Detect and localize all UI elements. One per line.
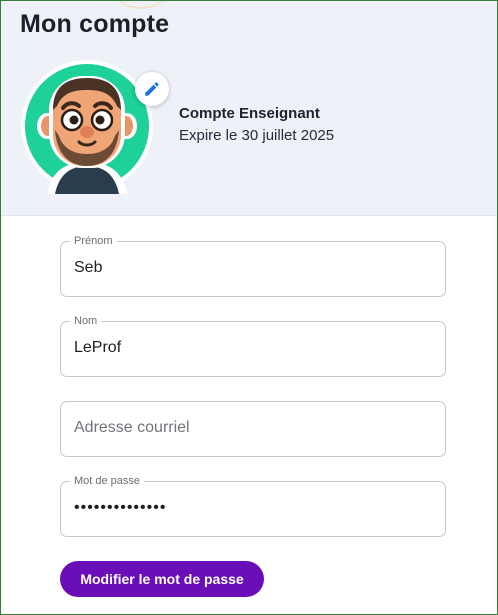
password-input[interactable] [74, 482, 432, 534]
account-expiry: Expire le 30 juillet 2025 [179, 127, 335, 144]
last-name-input[interactable] [74, 322, 432, 374]
password-field: Mot de passe [60, 474, 446, 537]
account-page: Mon compte Compte Enseignant Expire le 3… [0, 0, 498, 615]
avatar-container [19, 58, 169, 194]
page-title: Mon compte [20, 10, 170, 38]
account-info: Compte Enseignant Expire le 30 juillet 2… [179, 105, 334, 145]
decorative-arc [119, 1, 163, 9]
avatar[interactable] [19, 58, 155, 194]
email-input[interactable] [74, 402, 432, 454]
first-name-input[interactable] [74, 242, 432, 294]
email-field [60, 401, 446, 457]
account-type: Compte Enseignant [179, 105, 320, 122]
account-header: Mon compte Compte Enseignant Expire le 3… [1, 1, 497, 216]
pencil-icon [145, 82, 159, 96]
change-password-button[interactable]: Modifier le mot de passe [60, 561, 264, 597]
last-name-field: Nom [60, 314, 446, 377]
edit-avatar-button[interactable] [135, 72, 169, 106]
first-name-field: Prénom [60, 234, 446, 297]
